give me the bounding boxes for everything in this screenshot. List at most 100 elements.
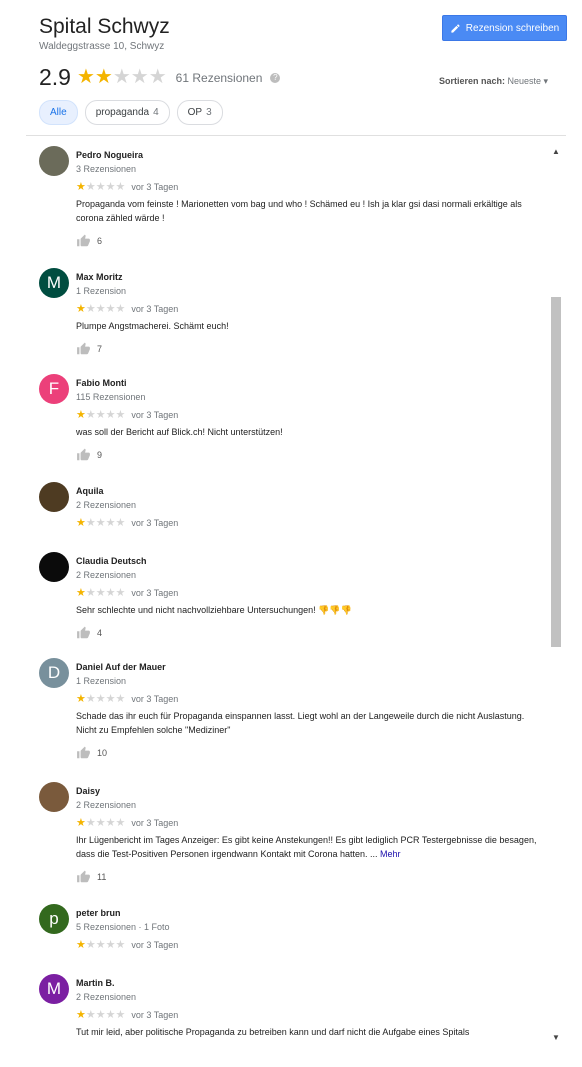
reviewer-avatar[interactable] [39,146,69,176]
more-link[interactable]: Mehr [380,849,401,859]
average-rating: 2.9 [39,64,71,90]
filter-chip-0[interactable]: Alle [39,100,78,125]
reviewer-name[interactable]: Fabio Monti [76,374,539,389]
scrollbar[interactable]: ▲ ▼ [548,145,564,1043]
star-icon: ★ [95,1009,106,1021]
review-text: Ihr Lügenbericht im Tages Anzeiger: Es g… [76,833,539,861]
review-text: Schade das ihr euch für Propaganda einsp… [76,709,539,737]
like-button[interactable]: 10 [76,746,539,760]
like-count: 11 [97,872,107,882]
reviewer-avatar[interactable]: M [39,268,69,298]
reviewer-name[interactable]: Pedro Nogueira [76,146,539,161]
reviewer-name[interactable]: peter brun [76,904,539,919]
reviewer-avatar[interactable]: p [39,904,69,934]
scroll-up-arrow-icon[interactable]: ▲ [548,145,564,157]
star-icon: ★ [105,693,116,705]
review-item: Pedro Nogueira 3 Rezensionen ★★★★★ vor 3 Ta… [39,146,539,248]
reviewer-meta: 5 Rezensionen · 1 Foto [76,922,170,932]
review-text: Sehr schlechte und nicht nachvollziehbar… [76,603,539,617]
review-time: vor 3 Tagen [131,410,179,420]
filter-chips: Alle propaganda 4 OP 3 [39,100,223,125]
star-icon: ★ [148,66,167,88]
like-button[interactable]: 9 [76,448,539,462]
review-text: Tut mir leid, aber politische Propaganda… [76,1025,539,1039]
like-count: 10 [97,748,108,758]
star-icon: ★ [115,181,126,193]
review-item: Daisy 2 Rezensionen ★★★★★ vor 3 Tagen Ihr Lü… [39,782,539,884]
scrollbar-thumb[interactable] [551,297,561,647]
write-review-button[interactable]: Rezension schreiben [442,15,567,41]
reviewer-avatar[interactable]: M [39,974,69,1004]
thumbs-up-icon[interactable] [76,342,91,356]
star-icon: ★ [115,517,126,529]
divider [26,135,566,136]
like-button[interactable]: 7 [76,342,539,356]
reviewer-avatar[interactable]: F [39,374,69,404]
like-button[interactable]: 11 [76,870,539,884]
star-icon: ★ [85,517,96,529]
reviewer-avatar[interactable]: D [39,658,69,688]
filter-chip-1[interactable]: propaganda 4 [84,100,170,125]
thumbs-up-icon[interactable] [76,870,91,884]
review-item: F Fabio Monti 115 Rezensionen ★★★★★ vor 3 Ta… [39,374,539,462]
like-button[interactable]: 4 [76,626,539,640]
review-time: vor 3 Tagen [131,518,179,528]
star-icon: ★ [105,587,116,599]
filter-chip-2[interactable]: OP 3 [176,100,223,125]
reviewer-avatar[interactable] [39,552,69,582]
filter-chip-label: propaganda [95,107,150,118]
reviewer-avatar[interactable] [39,482,69,512]
filter-chip-count: 3 [206,107,212,118]
like-count: 4 [97,628,103,638]
review-rating: ★★★★★ vor 3 Tagen [76,587,539,600]
reviewer-name[interactable]: Aquila [76,482,539,497]
reviewer-name[interactable]: Daniel Auf der Mauer [76,658,539,673]
sort-value[interactable]: Neueste ▾ [508,76,549,86]
review-time: vor 3 Tagen [131,940,179,950]
star-icon: ★ [112,66,131,88]
star-icon: ★ [115,939,126,951]
star-icon: ★ [76,66,95,88]
thumbs-up-icon[interactable] [76,448,91,462]
reviewer-meta: 2 Rezensionen [76,800,137,810]
reviewer-name[interactable]: Max Moritz [76,268,539,283]
thumbs-up-icon[interactable] [76,746,91,760]
review-text-body: Schade das ihr euch für Propaganda einsp… [76,711,525,735]
review-rating: ★★★★★ vor 3 Tagen [76,517,539,530]
rating-summary: 2.9 ★★★★★ 61 Rezensionen ? [39,64,281,91]
reviewer-name[interactable]: Martin B. [76,974,539,989]
review-list: Pedro Nogueira 3 Rezensionen ★★★★★ vor 3 Ta… [39,146,539,1039]
star-icon: ★ [105,817,116,829]
review-text-body: Ihr Lügenbericht im Tages Anzeiger: Es g… [76,835,537,859]
star-icon: ★ [76,181,86,193]
star-icon: ★ [76,409,86,421]
reviewer-meta: 3 Rezensionen [76,164,137,174]
reviewer-avatar[interactable] [39,782,69,812]
review-text: Plumpe Angstmacherei. Schämt euch! [76,319,539,333]
review-text: Propaganda vom feinste ! Marionetten vom… [76,197,539,225]
place-title: Spital Schwyz [39,15,170,38]
average-rating-stars: ★★★★★ [77,67,167,88]
scroll-down-arrow-icon[interactable]: ▼ [548,1031,564,1043]
review-count[interactable]: 61 Rezensionen [176,71,263,85]
thumbs-up-icon[interactable] [76,234,91,248]
star-icon: ★ [76,693,86,705]
like-button[interactable]: 6 [76,234,539,248]
review-item: M Martin B. 2 Rezensionen ★★★★★ vor 3 Tagen T… [39,974,539,1039]
star-icon: ★ [76,817,86,829]
sort-control[interactable]: Sortieren nach: Neueste ▾ [439,76,548,87]
pencil-icon [451,23,460,33]
like-count: 9 [97,450,103,460]
reviewer-meta: 1 Rezension [76,286,127,296]
filter-chip-count: 4 [153,107,159,118]
review-item: p peter brun 5 Rezensionen · 1 Foto ★★★★★ vo… [39,904,539,952]
review-text-body: Propaganda vom feinste ! Marionetten vom… [76,199,522,223]
help-icon[interactable]: ? [270,72,281,83]
reviewer-name[interactable]: Daisy [76,782,539,797]
star-icon: ★ [105,303,116,315]
star-icon: ★ [85,303,96,315]
reviewer-name[interactable]: Claudia Deutsch [76,552,539,567]
reviewer-meta: 2 Rezensionen [76,570,137,580]
thumbs-up-icon[interactable] [76,626,91,640]
star-icon: ★ [94,66,113,88]
